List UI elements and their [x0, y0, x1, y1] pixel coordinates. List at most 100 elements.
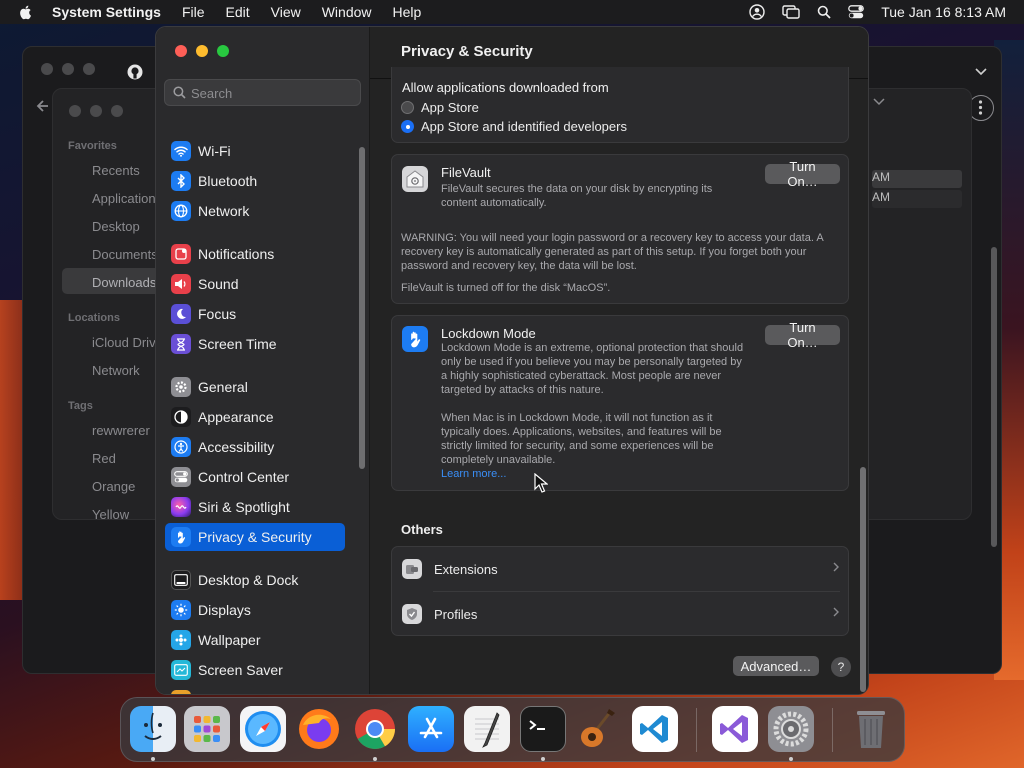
bg-minimize-button[interactable]	[62, 63, 74, 75]
finder-item-documents[interactable]: Documents	[92, 247, 158, 262]
dock	[120, 697, 905, 762]
finder-item-recents[interactable]: Recents	[92, 163, 140, 178]
filevault-card: FileVault FileVault secures the data on …	[391, 154, 849, 304]
radio-app-store[interactable]: App Store	[401, 100, 479, 115]
safari-dock-icon[interactable]	[240, 706, 286, 752]
control-center-icon[interactable]	[848, 5, 865, 19]
garageband-dock-icon[interactable]	[576, 706, 622, 752]
textedit-dock-icon[interactable]	[464, 706, 510, 752]
sidebar-item-bluetooth[interactable]: Bluetooth	[165, 167, 345, 195]
moon-icon	[171, 304, 191, 324]
sidebar-item-control-center[interactable]: Control Center	[165, 463, 345, 491]
bg-list-row[interactable]: AM	[872, 190, 962, 208]
sidebar-item-focus[interactable]: Focus	[165, 300, 345, 328]
radio-button[interactable]	[401, 101, 414, 114]
content-scrollbar[interactable]	[860, 467, 866, 692]
visual-studio-dock-icon[interactable]	[712, 706, 758, 752]
lockdown-turn-on-button[interactable]: Turn On…	[765, 320, 840, 350]
filevault-description: FileVault secures the data on your disk …	[441, 183, 713, 209]
chrome-dock-icon[interactable]	[352, 706, 398, 752]
menu-app-name[interactable]: System Settings	[52, 4, 161, 20]
sidebar-item-appearance[interactable]: Appearance	[165, 403, 345, 431]
app-store-dock-icon[interactable]	[408, 706, 454, 752]
finder-sidebar: Favorites Recents Applications Desktop D…	[54, 92, 163, 522]
advanced-button[interactable]: Advanced…	[733, 656, 819, 676]
zoom-button[interactable]	[217, 45, 229, 57]
finder-item-desktop[interactable]: Desktop	[92, 219, 140, 234]
sidebar-item-partial[interactable]	[165, 686, 345, 694]
running-indicator	[373, 757, 377, 761]
sidebar-item-displays[interactable]: Displays	[165, 596, 345, 624]
finder-dock-icon[interactable]	[130, 706, 176, 752]
system-settings-window: Wi-Fi Bluetooth Network Notifications So…	[155, 26, 869, 695]
menu-extras: Tue Jan 16 8:13 AM	[749, 0, 1006, 24]
menu-file[interactable]: File	[182, 4, 205, 20]
menu-clock[interactable]: Tue Jan 16 8:13 AM	[881, 4, 1006, 20]
chevron-down-icon[interactable]	[975, 67, 987, 77]
radio-app-store-identified[interactable]: App Store and identified developers	[401, 119, 627, 134]
search-input[interactable]	[191, 83, 351, 103]
control-center-icon	[171, 467, 191, 487]
sidebar-item-label: Screen Saver	[198, 662, 283, 678]
radio-button-selected[interactable]	[401, 120, 414, 133]
apple-menu-icon[interactable]	[18, 4, 34, 20]
running-indicator	[789, 757, 793, 761]
mouse-pointer-icon	[534, 473, 548, 493]
spotlight-search-icon[interactable]	[817, 5, 831, 19]
finder-item-downloads[interactable]: Downloads	[92, 275, 156, 290]
sidebar-item-wifi[interactable]: Wi-Fi	[165, 137, 345, 165]
menu-help[interactable]: Help	[393, 4, 422, 20]
user-icon[interactable]	[749, 4, 765, 20]
minimize-button[interactable]	[196, 45, 208, 57]
finder-item-applications[interactable]: Applications	[92, 191, 162, 206]
firefox-dock-icon[interactable]	[296, 706, 342, 752]
menu-bar: System Settings File Edit View Window He…	[0, 0, 1024, 24]
filevault-icon	[402, 166, 428, 192]
finder-tag-item[interactable]: Red	[92, 451, 116, 466]
sidebar-item-label: Wallpaper	[198, 632, 261, 648]
page-title: Privacy & Security	[401, 43, 533, 60]
lockdown-card: Lockdown Mode Lockdown Mode is an extrem…	[391, 315, 849, 491]
finder-tag-item[interactable]: Yellow	[92, 507, 129, 522]
bg-zoom-button[interactable]	[83, 63, 95, 75]
finder-item-icloud[interactable]: iCloud Drive	[92, 335, 163, 350]
sidebar-scrollbar[interactable]	[359, 147, 365, 469]
finder-favorites-header: Favorites	[68, 140, 117, 152]
sidebar-item-sound[interactable]: Sound	[165, 270, 345, 298]
launchpad-dock-icon[interactable]	[184, 706, 230, 752]
screen-mirroring-icon[interactable]	[782, 5, 800, 19]
back-arrow-icon[interactable]	[35, 99, 49, 113]
trash-dock-icon[interactable]	[848, 706, 894, 752]
window-traffic-lights	[175, 45, 229, 57]
sidebar-item-siri-spotlight[interactable]: Siri & Spotlight	[165, 493, 345, 521]
learn-more-link[interactable]: Learn more...	[441, 467, 506, 481]
menu-view[interactable]: View	[271, 4, 301, 20]
sidebar-item-accessibility[interactable]: Accessibility	[165, 433, 345, 461]
partial-icon	[171, 690, 191, 694]
finder-tag-item[interactable]: rewwrerer	[92, 423, 150, 438]
system-settings-dock-icon[interactable]	[768, 706, 814, 752]
sidebar-item-notifications[interactable]: Notifications	[165, 240, 345, 268]
sidebar-item-wallpaper[interactable]: Wallpaper	[165, 626, 345, 654]
terminal-dock-icon[interactable]	[520, 706, 566, 752]
finder-item-network[interactable]: Network	[92, 363, 140, 378]
sidebar-item-screen-time[interactable]: Screen Time	[165, 330, 345, 358]
filevault-turn-on-button[interactable]: Turn On…	[765, 159, 840, 189]
menu-window[interactable]: Window	[322, 4, 372, 20]
sidebar-item-desktop-dock[interactable]: Desktop & Dock	[165, 566, 345, 594]
profiles-row[interactable]: Profiles	[392, 592, 850, 636]
bg-close-button[interactable]	[41, 63, 53, 75]
vscode-dock-icon[interactable]	[632, 706, 678, 752]
dock-icon	[171, 570, 191, 590]
bg-window-scrollbar[interactable]	[991, 247, 997, 547]
bg-list-row[interactable]: AM	[872, 170, 962, 188]
sidebar-item-screen-saver[interactable]: Screen Saver	[165, 656, 345, 684]
finder-tag-item[interactable]: Orange	[92, 479, 135, 494]
help-button[interactable]: ?	[831, 657, 851, 677]
sidebar-item-network[interactable]: Network	[165, 197, 345, 225]
extensions-row[interactable]: Extensions	[392, 547, 850, 591]
close-button[interactable]	[175, 45, 187, 57]
sidebar-item-privacy-security[interactable]: Privacy & Security	[165, 523, 345, 551]
menu-edit[interactable]: Edit	[226, 4, 250, 20]
sidebar-item-general[interactable]: General	[165, 373, 345, 401]
